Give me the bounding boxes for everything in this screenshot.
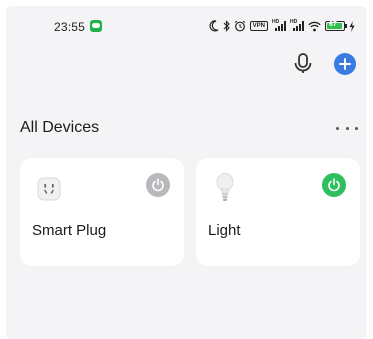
charging-icon — [349, 20, 355, 32]
moon-icon — [209, 20, 219, 32]
status-icons: VPN HD HD 67 — [209, 19, 355, 33]
more-dot — [336, 126, 339, 130]
section-title: All Devices — [20, 119, 100, 136]
vpn-badge: VPN — [249, 21, 268, 31]
device-name: Light — [208, 222, 241, 239]
bluetooth-icon — [223, 20, 230, 32]
status-bar: 23:55 VPN HD HD 67 — [6, 6, 367, 38]
alarm-icon — [234, 20, 246, 32]
device-name: Smart Plug — [32, 222, 107, 239]
more-dot — [355, 126, 358, 130]
signal-icon-1: HD — [272, 19, 286, 31]
signal-icon-2: HD — [290, 19, 304, 31]
add-device-button[interactable] — [334, 53, 356, 75]
more-dot — [345, 126, 349, 130]
power-button-light[interactable] — [322, 173, 346, 197]
app-screen: 23:55 VPN HD HD 67 All Devices Smart Plu… — [6, 6, 367, 339]
voice-button[interactable] — [292, 52, 314, 76]
device-card-light[interactable]: Light — [196, 158, 360, 266]
power-button-smart-plug[interactable] — [146, 173, 170, 197]
device-card-smart-plug[interactable]: Smart Plug — [20, 158, 184, 266]
power-icon — [328, 178, 340, 192]
battery-icon: 67 — [325, 21, 347, 31]
chat-notification-icon — [90, 20, 102, 32]
light-bulb-icon — [216, 173, 234, 201]
wifi-icon — [308, 21, 321, 31]
smart-plug-icon — [37, 177, 61, 201]
more-options-button[interactable] — [336, 120, 358, 136]
status-time: 23:55 — [54, 20, 86, 34]
microphone-icon — [294, 53, 312, 73]
power-icon — [152, 178, 164, 192]
